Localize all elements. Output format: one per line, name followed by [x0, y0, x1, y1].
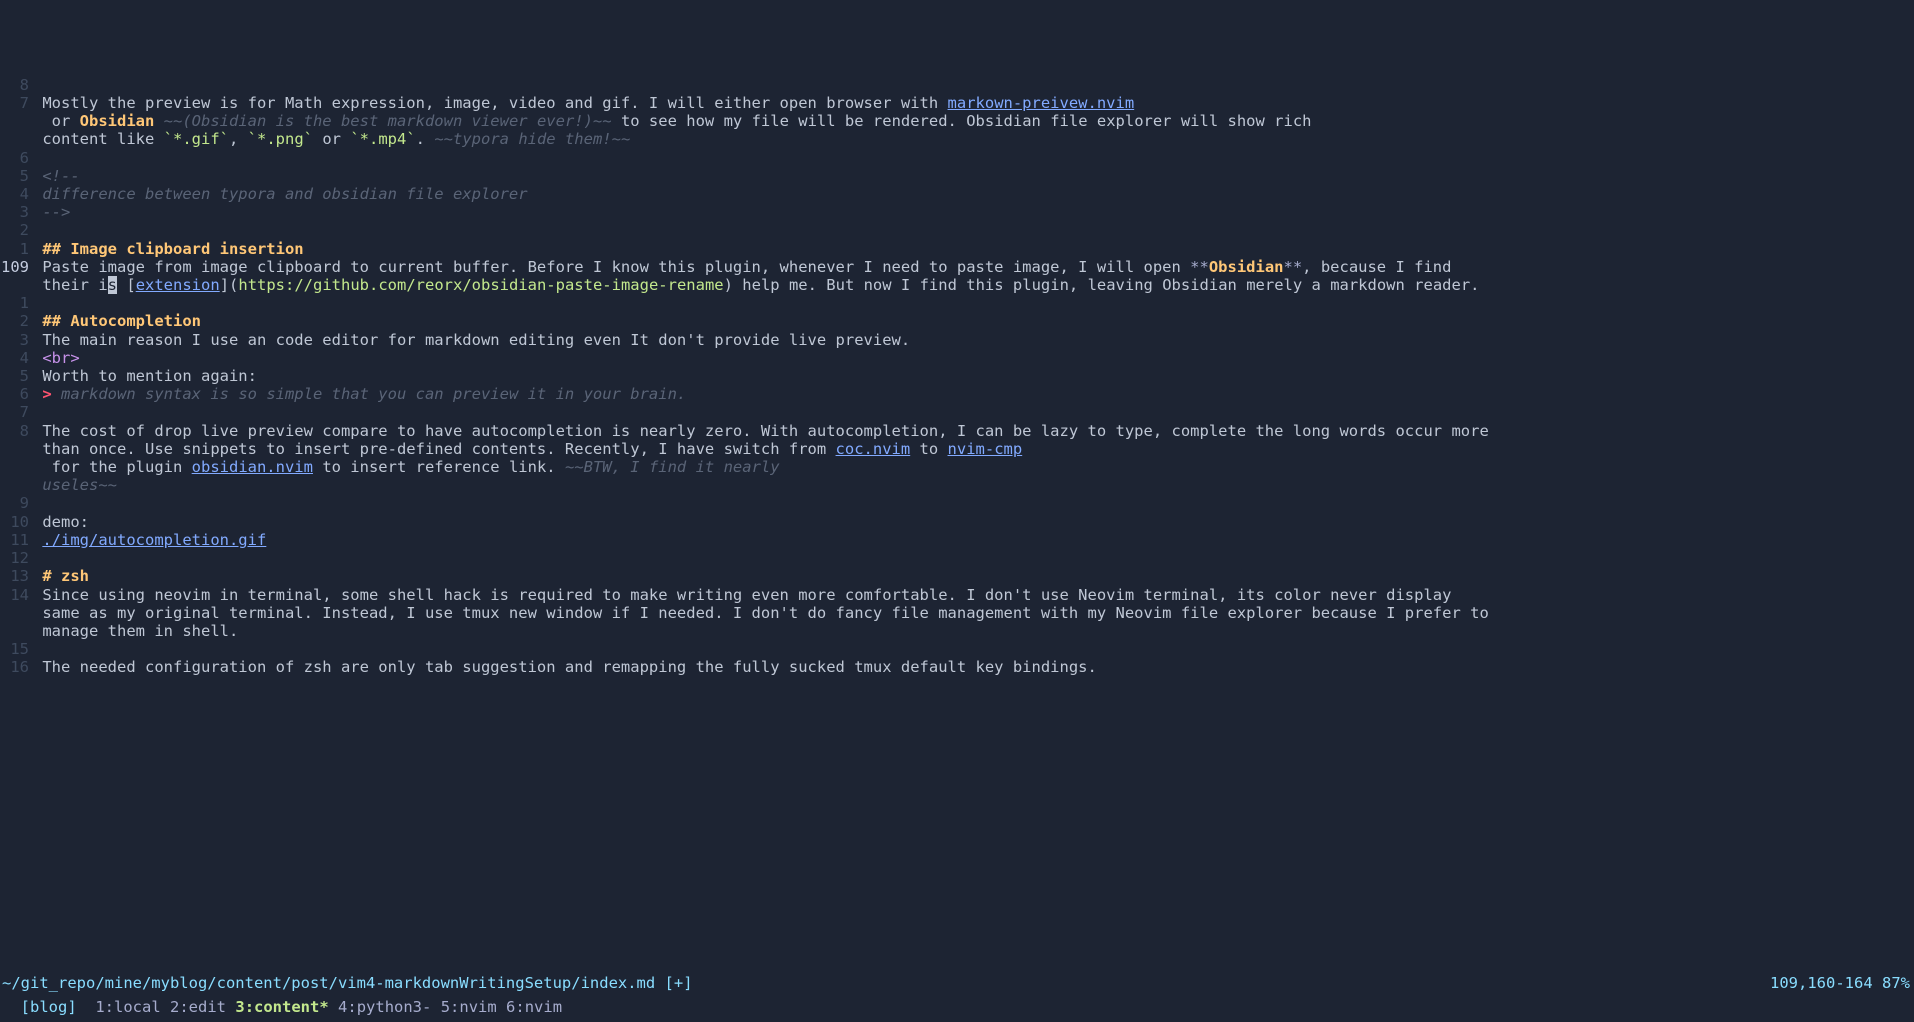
- editor-line[interactable]: 15: [0, 640, 1914, 658]
- editor-line[interactable]: 2 ## Autocompletion: [0, 312, 1914, 330]
- editor-line[interactable]: 3 The main reason I use an code editor f…: [0, 331, 1914, 349]
- line-number: 2: [0, 312, 33, 330]
- line-content[interactable]: content like `*.gif`, `*.png` or `*.mp4`…: [42, 130, 630, 148]
- editor-line[interactable]: same as my original terminal. Instead, I…: [0, 604, 1914, 622]
- line-number: 1: [0, 294, 33, 312]
- line-number: 8: [0, 76, 33, 94]
- editor-buffer[interactable]: 8 7 Mostly the preview is for Math expre…: [0, 73, 1914, 677]
- line-number: 10: [0, 513, 33, 531]
- editor-line[interactable]: 3 -->: [0, 203, 1914, 221]
- editor-line[interactable]: 11 ./img/autocompletion.gif: [0, 531, 1914, 549]
- line-number: 7: [0, 94, 33, 112]
- editor-line[interactable]: content like `*.gif`, `*.png` or `*.mp4`…: [0, 130, 1914, 148]
- line-content[interactable]: > markdown syntax is so simple that you …: [42, 385, 686, 403]
- line-content[interactable]: difference between typora and obsidian f…: [42, 185, 527, 203]
- tmux-window[interactable]: 6:nvim: [506, 998, 562, 1016]
- editor-line[interactable]: 4 <br>: [0, 349, 1914, 367]
- line-number: 16: [0, 658, 33, 676]
- editor-line[interactable]: 8 The cost of drop live preview compare …: [0, 422, 1914, 440]
- line-number: 2: [0, 221, 33, 239]
- tmux-window[interactable]: 3:content*: [235, 998, 328, 1016]
- line-content[interactable]: or Obsidian ~~(Obsidian is the best mark…: [42, 112, 1311, 130]
- editor-line[interactable]: than once. Use snippets to insert pre-de…: [0, 440, 1914, 458]
- line-number: 8: [0, 422, 33, 440]
- editor-line[interactable]: manage them in shell.: [0, 622, 1914, 640]
- line-content[interactable]: <br>: [42, 349, 79, 367]
- line-content[interactable]: manage them in shell.: [42, 622, 238, 640]
- line-number: 14: [0, 586, 33, 604]
- editor-line[interactable]: 2: [0, 221, 1914, 239]
- editor-line[interactable]: 1: [0, 294, 1914, 312]
- line-content[interactable]: for the plugin obsidian.nvim to insert r…: [42, 458, 779, 476]
- line-number: 11: [0, 531, 33, 549]
- line-content[interactable]: -->: [42, 203, 70, 221]
- line-content[interactable]: than once. Use snippets to insert pre-de…: [42, 440, 1022, 458]
- line-number: 9: [0, 494, 33, 512]
- tmux-session-name: [blog]: [21, 998, 77, 1016]
- line-content[interactable]: # zsh: [42, 567, 89, 585]
- line-number: 6: [0, 149, 33, 167]
- editor-line[interactable]: 12: [0, 549, 1914, 567]
- editor-line[interactable]: 5 <!--: [0, 167, 1914, 185]
- editor-line[interactable]: 1 ## Image clipboard insertion: [0, 240, 1914, 258]
- tmux-window[interactable]: 2:edit: [170, 998, 226, 1016]
- tmux-status-line: [blog] 1:local 2:edit 3:content* 4:pytho…: [0, 980, 1914, 1016]
- editor-line[interactable]: 8: [0, 76, 1914, 94]
- line-content[interactable]: useles~~: [42, 476, 117, 494]
- line-number: 109: [0, 258, 33, 276]
- line-content[interactable]: ## Image clipboard insertion: [42, 240, 303, 258]
- editor-line[interactable]: 109 Paste image from image clipboard to …: [0, 258, 1914, 276]
- line-content[interactable]: demo:: [42, 513, 89, 531]
- line-number: 3: [0, 203, 33, 221]
- editor-line[interactable]: for the plugin obsidian.nvim to insert r…: [0, 458, 1914, 476]
- line-number: 12: [0, 549, 33, 567]
- line-content[interactable]: The main reason I use an code editor for…: [42, 331, 910, 349]
- editor-line[interactable]: 7 Mostly the preview is for Math express…: [0, 94, 1914, 112]
- line-number: 4: [0, 349, 33, 367]
- editor-line[interactable]: 13 # zsh: [0, 567, 1914, 585]
- line-number: 5: [0, 367, 33, 385]
- line-content[interactable]: their is [extension](https://github.com/…: [42, 276, 1479, 294]
- tmux-window[interactable]: 1:local: [95, 998, 160, 1016]
- editor-line[interactable]: 7: [0, 403, 1914, 421]
- line-number: 5: [0, 167, 33, 185]
- editor-line[interactable]: useles~~: [0, 476, 1914, 494]
- editor-line[interactable]: 6 > markdown syntax is so simple that yo…: [0, 385, 1914, 403]
- line-content[interactable]: ./img/autocompletion.gif: [42, 531, 266, 549]
- line-content[interactable]: Since using neovim in terminal, some she…: [42, 586, 1451, 604]
- line-number: 13: [0, 567, 33, 585]
- editor-line[interactable]: 6: [0, 149, 1914, 167]
- line-number: 4: [0, 185, 33, 203]
- line-content[interactable]: Paste image from image clipboard to curr…: [42, 258, 1451, 276]
- editor-line[interactable]: 4 difference between typora and obsidian…: [0, 185, 1914, 203]
- line-content[interactable]: Worth to mention again:: [42, 367, 257, 385]
- line-content[interactable]: The cost of drop live preview compare to…: [42, 422, 1488, 440]
- editor-line[interactable]: 9: [0, 494, 1914, 512]
- tmux-window[interactable]: 5:nvim: [441, 998, 497, 1016]
- editor-line[interactable]: 10 demo:: [0, 513, 1914, 531]
- line-number: 3: [0, 331, 33, 349]
- editor-line[interactable]: their is [extension](https://github.com/…: [0, 276, 1914, 294]
- tmux-window[interactable]: 4:python3-: [338, 998, 431, 1016]
- line-content[interactable]: ## Autocompletion: [42, 312, 201, 330]
- line-content[interactable]: Mostly the preview is for Math expressio…: [42, 94, 1134, 112]
- editor-line[interactable]: or Obsidian ~~(Obsidian is the best mark…: [0, 112, 1914, 130]
- line-number: 7: [0, 403, 33, 421]
- line-number: 1: [0, 240, 33, 258]
- line-content[interactable]: The needed configuration of zsh are only…: [42, 658, 1097, 676]
- editor-line[interactable]: 14 Since using neovim in terminal, some …: [0, 586, 1914, 604]
- line-number: 6: [0, 385, 33, 403]
- editor-line[interactable]: 16 The needed configuration of zsh are o…: [0, 658, 1914, 676]
- line-number: 15: [0, 640, 33, 658]
- editor-line[interactable]: 5 Worth to mention again:: [0, 367, 1914, 385]
- line-content[interactable]: same as my original terminal. Instead, I…: [42, 604, 1488, 622]
- line-content[interactable]: <!--: [42, 167, 79, 185]
